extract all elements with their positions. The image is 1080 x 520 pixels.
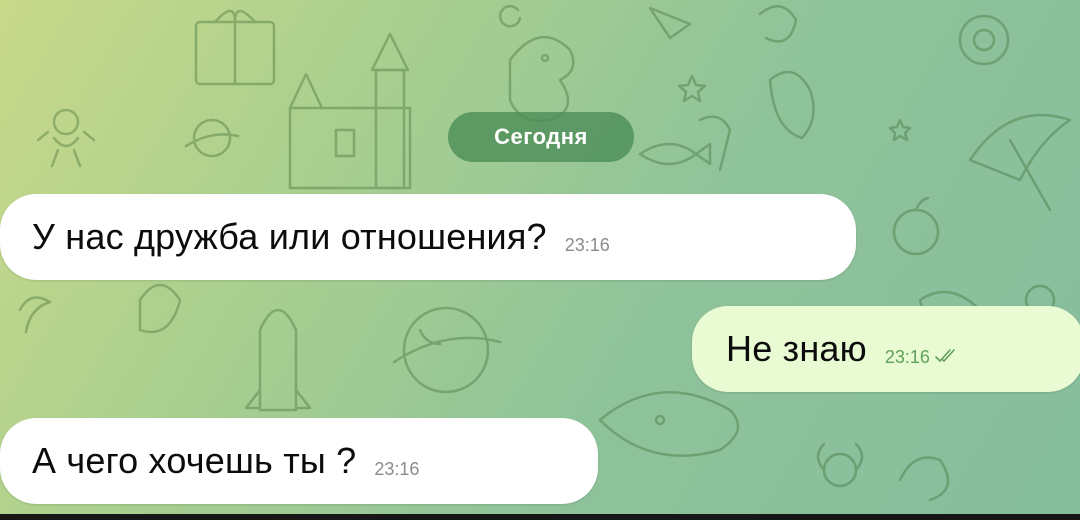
message-time: 23:16 [884,346,930,367]
message-text: Не знаю [726,328,867,369]
date-separator: Сегодня [448,112,634,162]
bottom-edge-bar [0,514,1080,520]
chat-view[interactable]: Сегодня У нас дружба или отношения? 23:1… [0,0,1080,520]
double-check-icon [935,349,955,362]
message-text: А чего хочешь ты ? [32,440,357,481]
message-text: У нас дружба или отношения? [32,216,547,257]
message-time: 23:16 [374,458,420,479]
message-bubble-incoming[interactable]: У нас дружба или отношения? 23:16 [0,194,856,280]
message-bubble-outgoing[interactable]: Не знаю 23:16 [692,306,1080,392]
message-bubble-incoming[interactable]: А чего хочешь ты ? 23:16 [0,418,598,504]
message-time: 23:16 [564,234,610,255]
